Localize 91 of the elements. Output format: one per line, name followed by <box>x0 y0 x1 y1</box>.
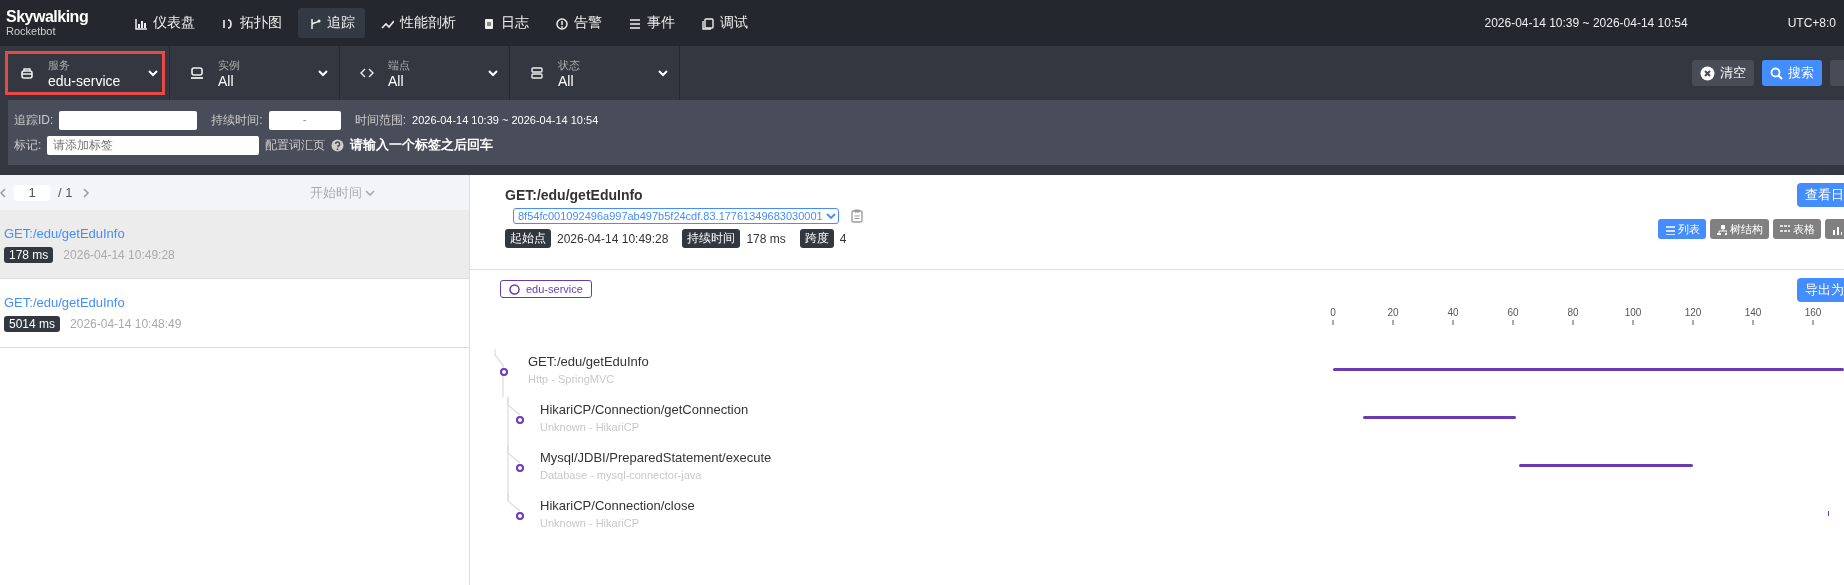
info-value: 178 ms <box>746 231 786 246</box>
search-icon <box>1770 66 1783 80</box>
chevron-right-icon[interactable] <box>82 187 91 198</box>
info-badge: 起始点 <box>505 229 551 248</box>
tick-mark <box>1692 319 1694 326</box>
chevron-down-icon <box>147 67 159 79</box>
axis-label: 140 <box>1744 307 1762 318</box>
span-name: Mysql/JDBI/PreparedStatement/execute <box>540 449 772 467</box>
logo-name: Skywalking <box>6 9 90 25</box>
time-range: 2026-04-14 10:39 ~ 2026-04-14 10:54 <box>1484 16 1688 30</box>
field-label: 追踪ID: <box>14 111 54 129</box>
nav-tab[interactable]: 性能剖析 <box>371 8 466 38</box>
start-time: 2026-04-14 10:49:28 <box>63 247 175 262</box>
chevron-down-icon <box>825 211 836 221</box>
list-icon <box>628 16 641 30</box>
trace-list-item[interactable]: GET:/edu/getEduInfo 178 ms 2026-04-14 10:49:28 <box>0 210 469 279</box>
chevron-down-icon <box>657 67 669 79</box>
tick-mark <box>1632 319 1634 326</box>
page-total: / 1 <box>58 185 73 200</box>
tag-field[interactable]: 请添加标签 <box>47 135 260 155</box>
tick-mark <box>1812 319 1814 326</box>
info-badge: 持续时间 <box>682 229 741 248</box>
chevron-down-icon <box>317 67 329 79</box>
time-range: 2026-04-14 10:39 ~ 2026-04-14 10:54 <box>412 114 599 126</box>
tick-mark <box>1752 319 1754 326</box>
trace-list-item[interactable]: GET:/edu/getEduInfo 5014 ms 2026-04-14 10:48:49 <box>0 279 469 348</box>
timezone: UTC+8:0 <box>1787 16 1836 30</box>
bar-chart-icon <box>134 16 147 30</box>
view-tab[interactable]: 树结构 <box>1710 219 1769 239</box>
help-icon <box>331 138 345 152</box>
table-icon <box>1779 223 1790 235</box>
topology-icon <box>221 16 234 30</box>
axis-label: 60 <box>1507 307 1519 318</box>
alert-icon <box>555 16 568 30</box>
start-time: 2026-04-14 10:48:49 <box>70 316 182 331</box>
field-label: 标记: <box>14 136 42 154</box>
trace-id-field[interactable] <box>59 110 198 130</box>
duration-badge: 178 ms <box>4 246 54 263</box>
nav-tab[interactable]: 拓扑图 <box>211 8 292 38</box>
view-tab[interactable] <box>1825 219 1844 239</box>
axis-label: 20 <box>1387 307 1399 318</box>
duration-badge: 5014 ms <box>4 315 61 332</box>
nav-tab[interactable]: 仪表盘 <box>124 8 205 38</box>
tick-mark <box>1572 319 1574 326</box>
tick-mark <box>1332 319 1334 326</box>
nav-tab[interactable]: 事件 <box>618 8 685 38</box>
info-value: 2026-04-14 10:49:28 <box>557 231 669 246</box>
chevron-down-icon <box>365 187 375 198</box>
filter-dropdown[interactable]: 服务 edu-service <box>0 46 170 100</box>
axis-label: 80 <box>1567 307 1579 318</box>
nav-tab[interactable]: 日志 <box>472 8 539 38</box>
chevron-down-icon <box>487 67 499 79</box>
page-field[interactable]: 1 <box>14 184 50 201</box>
axis-label: 40 <box>1447 307 1459 318</box>
close-icon <box>1700 65 1715 81</box>
trace-title: GET:/edu/getEduInfo <box>505 187 644 203</box>
axis-label: 100 <box>1624 307 1642 318</box>
branch-icon <box>308 16 321 30</box>
tick-mark <box>1452 319 1454 326</box>
document-icon <box>482 16 495 30</box>
view-tab[interactable]: 表格 <box>1773 219 1821 239</box>
stack-icon <box>530 66 544 80</box>
info-value: 4 <box>839 231 847 246</box>
chevron-left-icon[interactable] <box>0 187 6 198</box>
briefcase-icon <box>20 66 34 80</box>
field-label: 时间范围: <box>354 111 407 129</box>
circle-icon <box>509 283 520 295</box>
tag-hint: 请输入一个标签之后回车 <box>350 136 494 154</box>
copy-icon <box>701 16 714 30</box>
span-name: HikariCP/Connection/getConnection <box>540 401 749 419</box>
axis-label: 120 <box>1684 307 1702 318</box>
logo-subtitle: Rocketbot <box>6 26 57 37</box>
axis-label: 0 <box>1330 307 1336 318</box>
clipboard-icon[interactable] <box>850 209 863 223</box>
tick-mark <box>1512 319 1514 326</box>
monitor-icon <box>190 66 204 80</box>
vocabulary-link[interactable]: 配置词汇页 <box>265 136 326 154</box>
nav-tab[interactable]: 追踪 <box>298 8 365 38</box>
nav-tab[interactable]: 调试 <box>691 8 758 38</box>
clear-button[interactable]: 清空 <box>1692 60 1754 86</box>
span-name: HikariCP/Connection/close <box>540 497 695 515</box>
tick-mark <box>1392 319 1394 326</box>
tree-icon <box>1716 223 1727 235</box>
axis-label: 160 <box>1804 307 1822 318</box>
nav-tab[interactable]: 告警 <box>545 8 612 38</box>
info-badge: 跨度 <box>799 229 834 248</box>
field-label: 持续时间: <box>211 111 263 129</box>
list-icon <box>1664 223 1675 235</box>
service-tag: edu-service <box>500 280 592 298</box>
code-icon <box>360 66 374 80</box>
span-name: GET:/edu/getEduInfo <box>528 353 649 371</box>
